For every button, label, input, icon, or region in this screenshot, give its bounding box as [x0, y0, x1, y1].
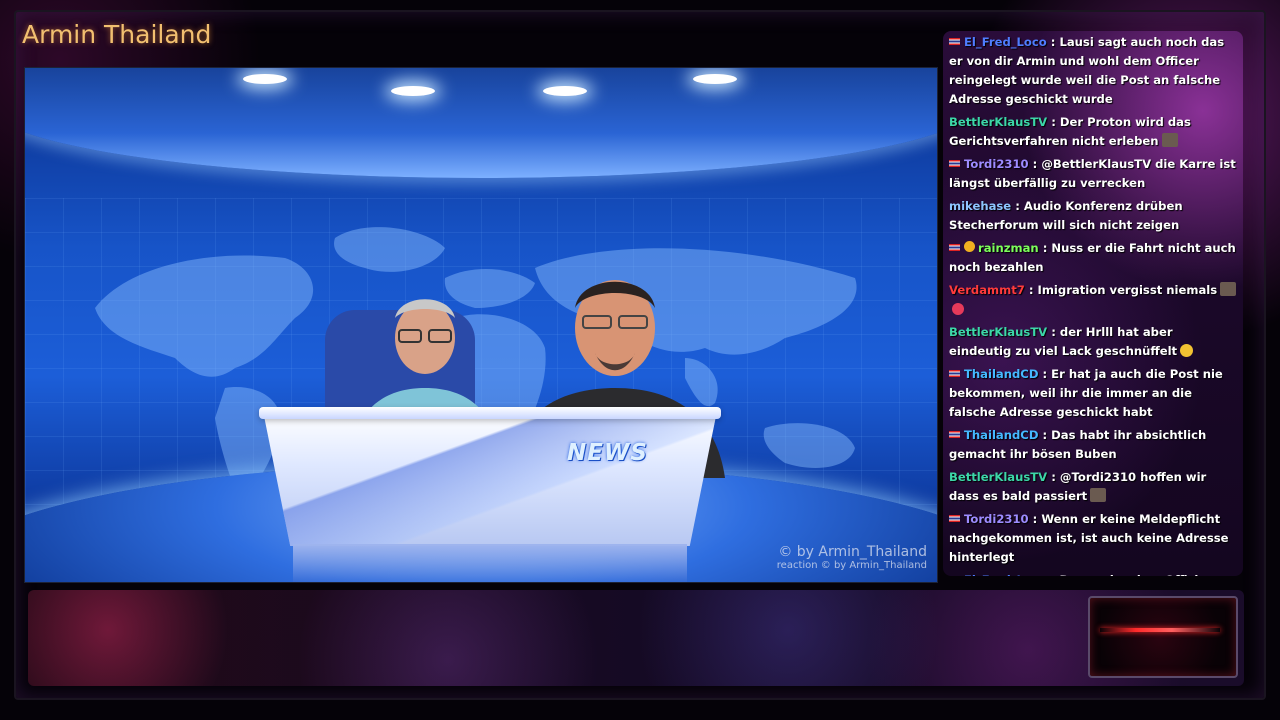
bottom-banner	[28, 590, 1244, 686]
laugh-icon	[1180, 344, 1194, 357]
chat-emote-icon	[1220, 282, 1237, 296]
chat-message: Tordi2310 : Wenn er keine Meldepflicht n…	[949, 512, 1229, 564]
ceiling-light	[243, 74, 287, 84]
chat-username[interactable]: BettlerKlausTV	[949, 470, 1047, 484]
chat-message: BettlerKlausTV : Der Proton wird das Ger…	[949, 115, 1191, 148]
chat-message: Verdammt7 : Imigration vergisst niemals	[949, 281, 1237, 319]
desk-swoosh	[263, 411, 717, 546]
thai-flag-icon	[949, 515, 960, 522]
chat-message: rainzman : Nuss er die Fahrt nicht auch …	[949, 241, 1236, 274]
chat-text: Imigration vergisst niemals	[1037, 283, 1218, 297]
chat-message: El_Fred_Loco : Das er das dem Offizier v…	[949, 571, 1237, 576]
video-watermark: © by Armin_Thailand reaction © by Armin_…	[777, 544, 927, 571]
desk-reflection	[293, 544, 687, 582]
thai-flag-icon	[949, 431, 960, 438]
chat-message: BettlerKlausTV : @Tordi2310 hoffen wir d…	[949, 470, 1207, 503]
chat-message: BettlerKlausTV : der Hrlll hat aber eind…	[949, 323, 1237, 361]
red-light-streak	[1100, 628, 1220, 632]
mini-preview-screen	[1088, 596, 1238, 678]
chat-username[interactable]: El_Fred_Loco	[964, 35, 1047, 49]
chat-username[interactable]: rainzman	[978, 241, 1039, 255]
chat-message: Tordi2310 : @BettlerKlausTV die Karre is…	[949, 157, 1236, 190]
ceiling-light	[391, 86, 435, 96]
chat-username[interactable]: Tordi2310	[964, 157, 1029, 171]
heart-icon	[952, 303, 964, 315]
chat-message: ThailandCD : Das habt ihr absichtlich ge…	[949, 428, 1207, 461]
thai-flag-icon	[949, 244, 960, 251]
chat-username[interactable]: El_Fred_Loco	[964, 573, 1047, 576]
chat-username[interactable]: Verdammt7	[949, 283, 1025, 297]
chat-emote-icon	[1090, 488, 1107, 502]
watermark-main: © by Armin_Thailand	[778, 544, 927, 560]
desk-top	[259, 407, 721, 419]
chat-username[interactable]: ThailandCD	[964, 428, 1038, 442]
chat-username[interactable]: mikehase	[949, 199, 1011, 213]
thai-flag-icon	[949, 160, 960, 167]
chat-message: El_Fred_Loco : Lausi sagt auch noch das …	[949, 35, 1225, 106]
thai-flag-icon	[949, 370, 960, 377]
watermark-sub: reaction © by Armin_Thailand	[776, 560, 927, 571]
channel-title: Armin Thailand	[22, 20, 212, 49]
chat-username[interactable]: ThailandCD	[964, 367, 1038, 381]
desk-news-logo: NEWS	[567, 440, 648, 466]
chat-username[interactable]: BettlerKlausTV	[949, 325, 1047, 339]
thai-flag-icon	[949, 38, 960, 45]
ceiling-light	[693, 74, 737, 84]
chat-username[interactable]: Tordi2310	[964, 512, 1029, 526]
video-stage: NEWS © by Armin_Thailand reaction © by A…	[24, 67, 938, 583]
chat-message: mikehase : Audio Konferenz drüben Steche…	[949, 199, 1183, 232]
ceiling-light	[543, 86, 587, 96]
studio-ceiling	[25, 68, 937, 178]
chat-emote-icon	[1161, 133, 1178, 147]
chat-username[interactable]: BettlerKlausTV	[949, 115, 1047, 129]
user-badge-icon	[964, 241, 975, 252]
live-chat-panel[interactable]: El_Fred_Loco : Lausi sagt auch noch das …	[943, 31, 1243, 576]
chat-message: ThailandCD : Er hat ja auch die Post nie…	[949, 367, 1223, 419]
